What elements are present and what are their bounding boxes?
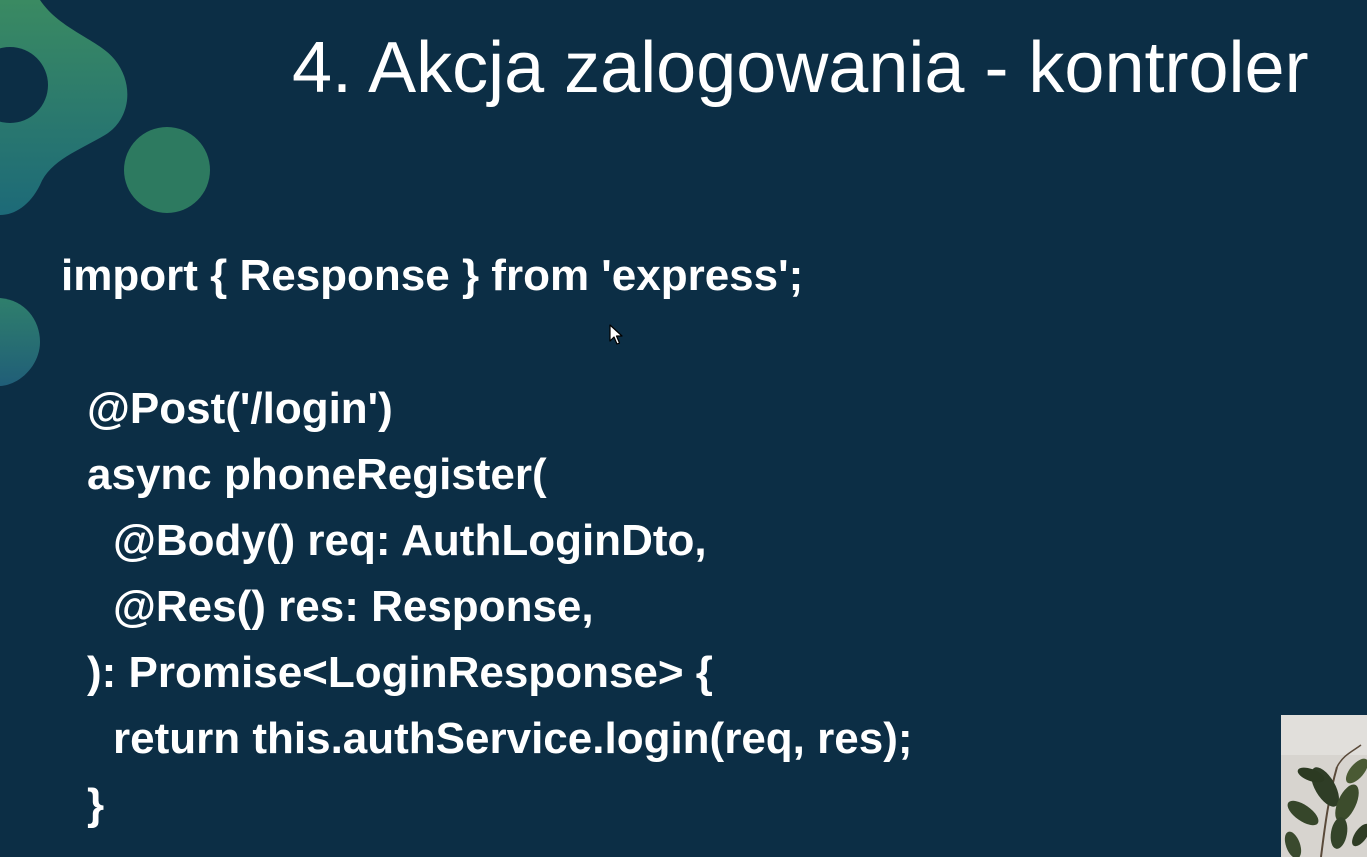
code-line-import: import { Response } from 'express'; — [61, 251, 804, 300]
code-line-close-brace: } — [87, 780, 105, 829]
code-line-return-type: ): Promise<LoginResponse> { — [87, 648, 713, 697]
decorative-shapes — [0, 0, 210, 386]
presentation-slide: 4. Akcja zalogowania - kontroler import … — [0, 0, 1367, 857]
code-line-res-param: @Res() res: Response, — [113, 582, 594, 631]
deco-circle — [124, 127, 210, 213]
code-line-decorator: @Post('/login') — [87, 384, 393, 433]
code-line-method: async phoneRegister( — [87, 450, 547, 499]
mouse-pointer-icon — [609, 324, 623, 345]
webcam-plant-image — [1281, 715, 1367, 857]
deco-lower-blob — [0, 298, 40, 386]
slide-title: 4. Akcja zalogowania - kontroler — [292, 28, 1309, 108]
code-line-return: return this.authService.login(req, res); — [113, 714, 913, 763]
webcam-overlay — [1281, 715, 1367, 857]
code-line-body-param: @Body() req: AuthLoginDto, — [113, 516, 707, 565]
